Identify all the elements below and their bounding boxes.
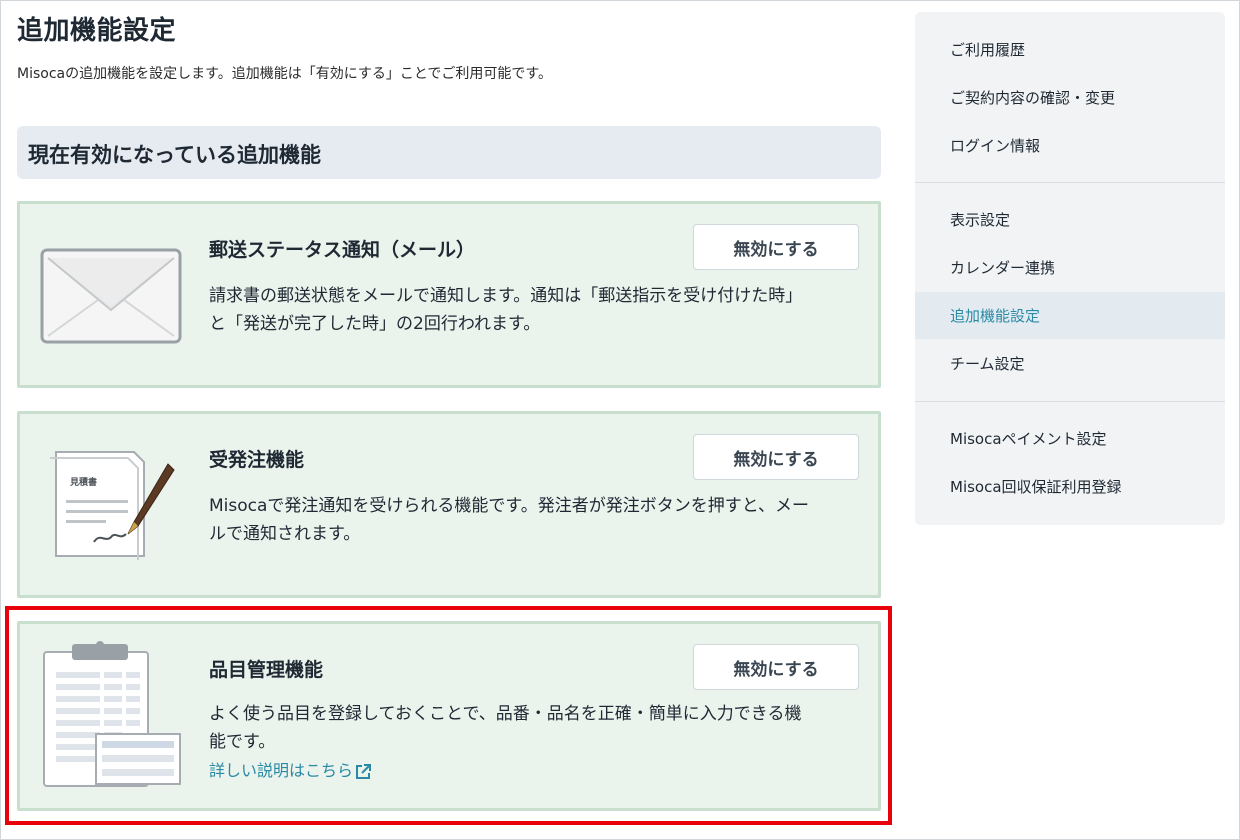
sidebar-item-calendar[interactable]: カレンダー連携: [915, 244, 1225, 291]
envelope-icon: [40, 248, 182, 344]
sidebar-item-collection-guarantee[interactable]: Misoca回収保証利用登録: [915, 463, 1225, 510]
feature-description-line: と「発送が完了した時」の2回行われます。: [209, 314, 541, 334]
feature-description: 請求書の郵送状態をメールで通知します。通知は「郵送指示を受け付けた時」 と「発送…: [209, 282, 859, 338]
sidebar-item-usage-history[interactable]: ご利用履歴: [915, 26, 1225, 73]
feature-description-line: Misocaで発注通知を受けられる機能です。発注者が発注ボタンを押すと、メー: [209, 496, 810, 516]
sidebar-item-contract[interactable]: ご契約内容の確認・変更: [915, 74, 1225, 121]
page-description: Misocaの追加機能を設定します。追加機能は「有効にする」ことでご利用可能です…: [17, 66, 553, 82]
sidebar-item-display-settings[interactable]: 表示設定: [915, 196, 1225, 243]
sidebar-item-login-info[interactable]: ログイン情報: [915, 122, 1225, 169]
document-label: 見積書: [69, 476, 97, 488]
feature-card-order-receiving: 見積書 受発注機能 無効にする Misocaで発注通知を受けられる機能です。発注…: [17, 411, 881, 598]
disable-button[interactable]: 無効にする: [693, 434, 859, 480]
feature-card-mail-status: 郵送ステータス通知（メール） 無効にする 請求書の郵送状態をメールで通知します。…: [17, 201, 881, 388]
settings-sidebar: ご利用履歴 ご契約内容の確認・変更 ログイン情報 表示設定 カレンダー連携 追加…: [915, 12, 1225, 525]
estimate-document-icon: 見積書: [50, 451, 175, 560]
highlight-box: [5, 606, 892, 825]
feature-title: 受発注機能: [209, 449, 305, 471]
sidebar-item-payment[interactable]: Misocaペイメント設定: [915, 415, 1225, 462]
disable-button[interactable]: 無効にする: [693, 224, 859, 270]
feature-description-line: ルで通知されます。: [209, 524, 361, 544]
sidebar-divider: [915, 401, 1225, 402]
sidebar-item-team-settings[interactable]: チーム設定: [915, 340, 1225, 387]
feature-description: Misocaで発注通知を受けられる機能です。発注者が発注ボタンを押すと、メー ル…: [209, 492, 859, 548]
sidebar-item-additional-features[interactable]: 追加機能設定: [915, 292, 1225, 339]
feature-title: 郵送ステータス通知（メール）: [209, 239, 476, 261]
feature-description-line: 請求書の郵送状態をメールで通知します。通知は「郵送指示を受け付けた時」: [209, 286, 803, 306]
sidebar-divider: [915, 182, 1225, 183]
page-title: 追加機能設定: [17, 16, 177, 46]
section-header: 現在有効になっている追加機能: [17, 126, 881, 179]
